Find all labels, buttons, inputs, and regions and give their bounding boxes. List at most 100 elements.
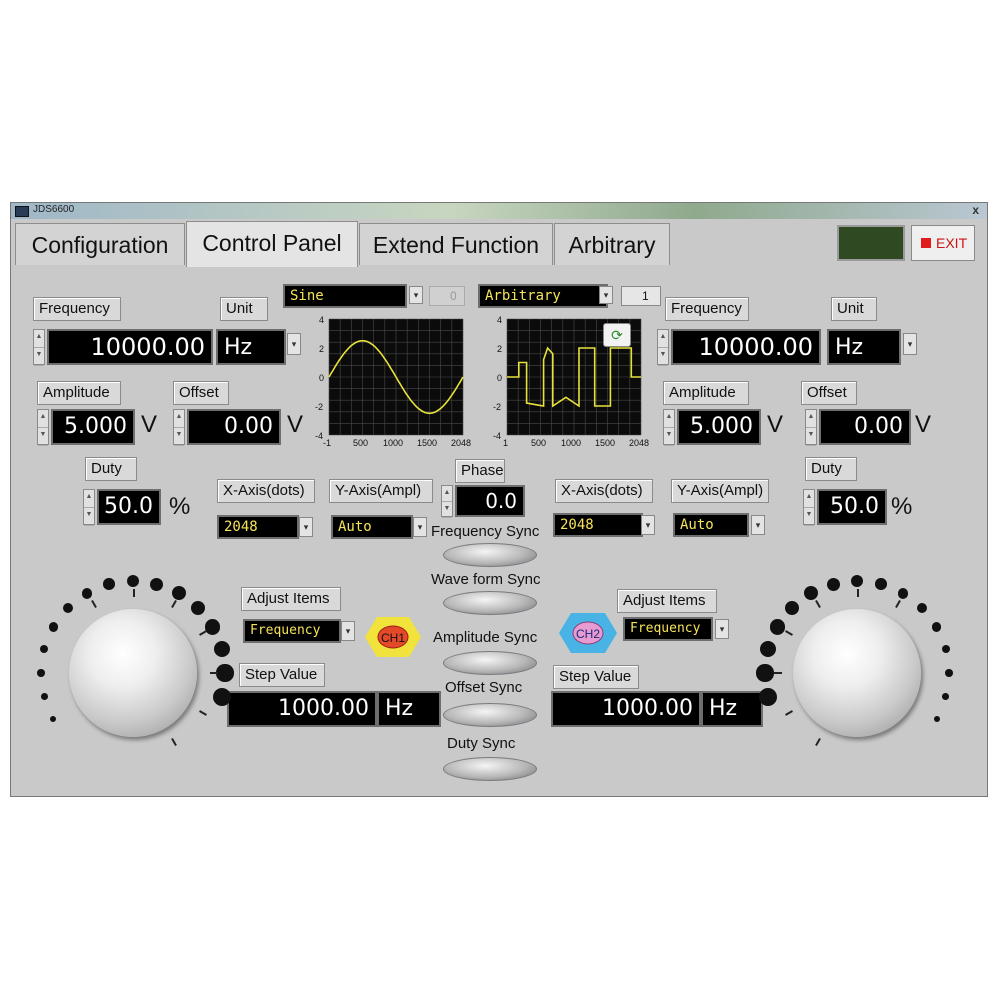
knob-tick <box>210 672 218 674</box>
status-indicator <box>837 225 905 261</box>
ch2-offset-unit: V <box>915 411 932 438</box>
ch2-badge: CH2 <box>559 613 617 653</box>
knob-tick <box>895 599 901 608</box>
knob-dot <box>933 716 940 722</box>
ch2-x-tick-2: 500 <box>531 438 546 447</box>
knob-tick <box>171 599 177 608</box>
phase-spinner[interactable]: ▲ ▼ <box>441 485 453 518</box>
ch2-x-tick-1: 1 <box>503 438 508 447</box>
ch1-waveform-select[interactable]: Sine <box>283 284 407 308</box>
tab-arbitrary[interactable]: Arbitrary <box>554 223 670 265</box>
knob-dot <box>804 586 818 601</box>
ch1-offset-display[interactable]: 0.00 <box>187 409 281 445</box>
ch2-y-tick-neg2: -2 <box>493 402 501 412</box>
phase-display[interactable]: 0.0 <box>455 485 525 517</box>
knob-dot <box>759 640 777 658</box>
knob-tick <box>199 710 208 716</box>
ch2-yaxis-label: Y-Axis(Ampl) <box>671 479 769 503</box>
ch2-yaxis-select[interactable]: Auto <box>673 513 749 537</box>
ch2-adjust-items-select[interactable]: Frequency <box>623 617 713 641</box>
ch1-adjust-items-select[interactable]: Frequency <box>243 619 341 643</box>
ch2-step-label: Step Value <box>553 665 639 689</box>
amplitude-sync-label: Amplitude Sync <box>433 629 538 646</box>
ch1-duty-spinner[interactable]: ▲ ▼ <box>83 489 95 526</box>
ch2-frequency-label: Frequency <box>665 297 749 321</box>
ch2-amplitude-unit: V <box>767 411 784 438</box>
ch2-duty-spinner[interactable]: ▲ ▼ <box>803 489 815 526</box>
ch2-adjust-knob[interactable] <box>793 609 921 737</box>
ch1-amplitude-spinner[interactable]: ▲ ▼ <box>37 409 49 446</box>
knob-dot <box>850 574 864 588</box>
tab-extend-function[interactable]: Extend Function <box>359 223 553 265</box>
ch2-duty-label: Duty <box>805 457 857 481</box>
ch2-waveform-dropdown-arrow[interactable]: ▾ <box>599 286 613 304</box>
ch2-y-tick-2: 2 <box>497 344 502 354</box>
ch1-frequency-spinner[interactable]: ▲ ▼ <box>33 329 45 366</box>
knob-dot <box>37 669 45 677</box>
knob-dot <box>897 587 909 599</box>
tab-configuration[interactable]: Configuration <box>15 223 185 265</box>
tab-control-panel[interactable]: Control Panel <box>186 221 358 267</box>
ch2-unit-select[interactable]: Hz <box>827 329 901 365</box>
exit-button[interactable]: EXIT <box>911 225 975 261</box>
ch2-adjust-dropdown-arrow[interactable]: ▾ <box>715 619 729 639</box>
ch2-step-display[interactable]: 1000.00 <box>551 691 701 727</box>
ch1-duty-label: Duty <box>85 457 137 481</box>
ch1-xaxis-dropdown-arrow[interactable]: ▾ <box>299 517 313 537</box>
ch2-unit-dropdown-arrow[interactable]: ▾ <box>903 333 917 355</box>
ch2-yaxis-dropdown-arrow[interactable]: ▾ <box>751 515 765 535</box>
duty-sync-label: Duty Sync <box>447 735 516 752</box>
ch2-xaxis-select[interactable]: 2048 <box>553 513 643 537</box>
ch2-offset-display[interactable]: 0.00 <box>819 409 911 445</box>
close-icon[interactable]: x <box>972 203 979 217</box>
ch2-frequency-spinner[interactable]: ▲ ▼ <box>657 329 669 366</box>
ch1-adjust-dropdown-arrow[interactable]: ▾ <box>341 621 355 641</box>
waveform-sync-label: Wave form Sync <box>431 571 541 588</box>
knob-tick <box>91 599 97 608</box>
ch1-yaxis-dropdown-arrow[interactable]: ▾ <box>413 517 427 537</box>
ch1-x-tick-5: 2048 <box>451 438 471 447</box>
ch2-wave-index-stepper[interactable]: 1 <box>621 286 661 306</box>
ch1-waveform-dropdown-arrow[interactable]: ▾ <box>409 286 423 304</box>
amplitude-sync-button[interactable] <box>443 651 537 675</box>
knob-dot <box>875 578 887 590</box>
knob-dot <box>941 644 951 654</box>
offset-sync-button[interactable] <box>443 703 537 727</box>
ch2-frequency-display[interactable]: 10000.00 <box>671 329 821 365</box>
ch2-duty-unit: % <box>891 493 913 520</box>
refresh-icon[interactable]: ⟳ <box>603 323 631 347</box>
ch2-step-unit: Hz <box>701 691 763 727</box>
ch2-amplitude-display[interactable]: 5.000 <box>677 409 761 445</box>
ch2-adjust-knob-dial[interactable] <box>756 574 963 779</box>
knob-dot <box>784 600 800 616</box>
ch1-step-display[interactable]: 1000.00 <box>227 691 377 727</box>
ch1-yaxis-label: Y-Axis(Ampl) <box>329 479 433 503</box>
ch1-xaxis-select[interactable]: 2048 <box>217 515 299 539</box>
frequency-sync-button[interactable] <box>443 543 537 567</box>
ch1-step-unit: Hz <box>377 691 441 727</box>
knob-tick <box>857 589 859 597</box>
ch1-unit-dropdown-arrow[interactable]: ▾ <box>287 333 301 355</box>
ch2-duty-display[interactable]: 50.0 <box>817 489 887 525</box>
ch1-adjust-items-label: Adjust Items <box>241 587 341 611</box>
ch1-amplitude-display[interactable]: 5.000 <box>51 409 135 445</box>
ch1-adjust-knob[interactable] <box>69 609 197 737</box>
ch1-unit-select[interactable]: Hz <box>216 329 286 365</box>
ch2-waveform-select[interactable]: Arbitrary <box>478 284 608 308</box>
app-window: JDS6600 x Configuration Control Panel Ex… <box>10 202 988 797</box>
ch2-amplitude-spinner[interactable]: ▲ ▼ <box>663 409 675 446</box>
ch1-offset-spinner[interactable]: ▲ ▼ <box>173 409 185 446</box>
ch1-adjust-knob-dial[interactable] <box>37 574 239 779</box>
ch2-offset-spinner[interactable]: ▲ ▼ <box>805 409 817 446</box>
duty-sync-button[interactable] <box>443 757 537 781</box>
ch1-frequency-display[interactable]: 10000.00 <box>47 329 213 365</box>
knob-dot <box>216 664 234 682</box>
waveform-sync-button[interactable] <box>443 591 537 615</box>
ch1-yaxis-select[interactable]: Auto <box>331 515 413 539</box>
ch1-duty-display[interactable]: 50.0 <box>97 489 161 525</box>
ch2-offset-label: Offset <box>801 381 857 405</box>
knob-dot <box>945 669 953 677</box>
ch2-xaxis-dropdown-arrow[interactable]: ▾ <box>641 515 655 535</box>
knob-dot <box>759 687 778 706</box>
knob-tick <box>171 738 177 747</box>
